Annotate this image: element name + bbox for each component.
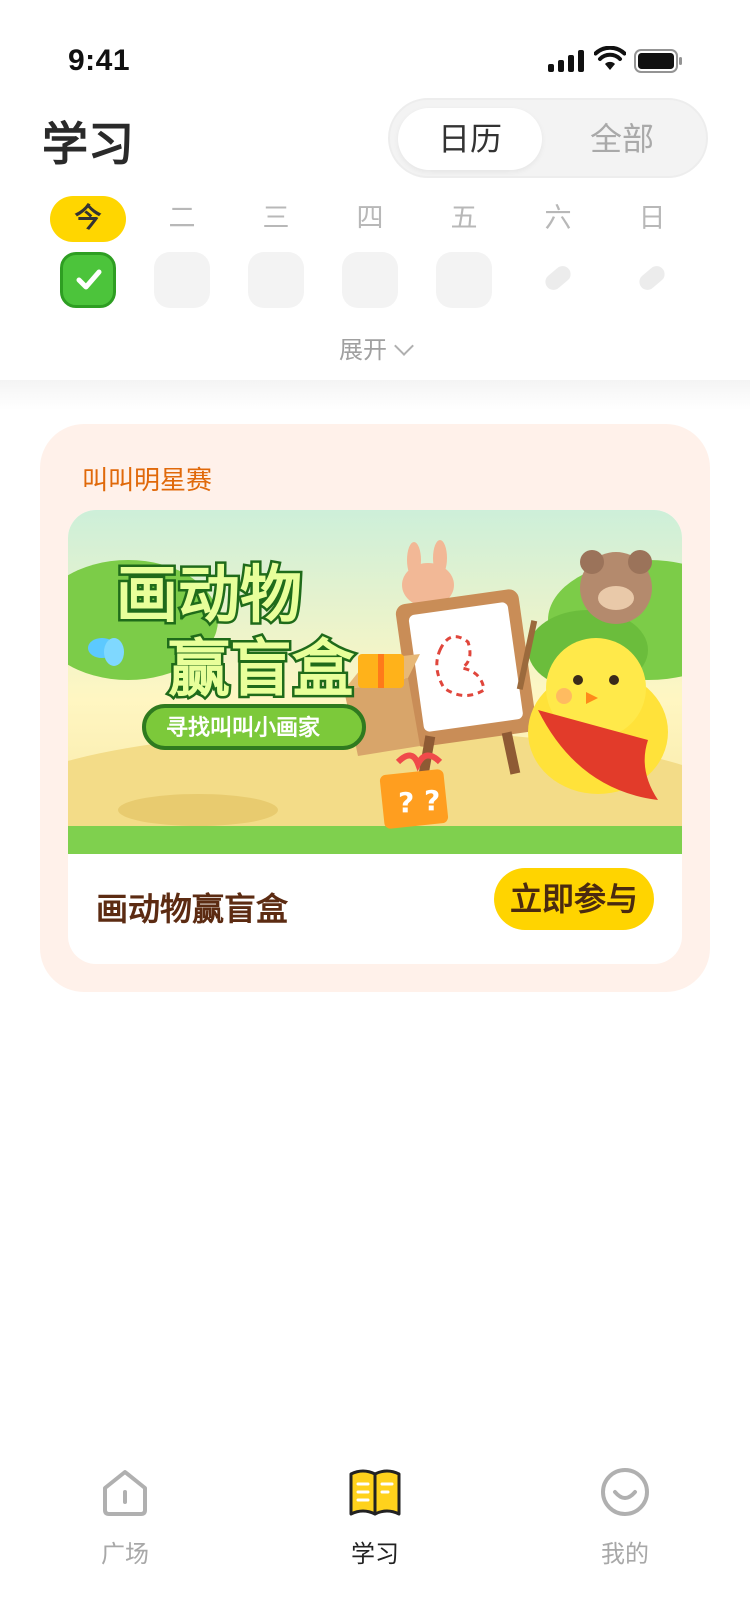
activity-card[interactable]: ? ? 画动物 赢盲盒 寻找叫叫小画家 画动物赢盲盒 立即参与 [68,510,682,964]
day-today[interactable]: 今 [48,196,128,308]
day-checkin-empty [154,252,210,308]
banner-title-line1: 画动物 [116,558,302,631]
banner-subtitle: 寻找叫叫小画家 [166,715,321,741]
mystery-mark: ? [398,786,414,819]
bottom-tab-bar: 广场 学习 我的 [0,1440,750,1624]
day-checkin-empty [436,252,492,308]
tab-study[interactable]: 学习 [300,1466,450,1569]
tab-label: 我的 [601,1540,649,1568]
chevron-down-icon [394,336,414,356]
tab-label: 广场 [101,1540,149,1568]
day-label: 五 [450,203,478,234]
star-contest-card: 叫叫明星赛 ? ? 画动物 赢盲盒 寻找叫叫小画家 画动物赢盲盒 立即参与 [40,424,710,992]
day-label: 三 [262,203,290,234]
day-wednesday[interactable]: 三 [236,196,316,308]
tab-profile[interactable]: 我的 [550,1466,700,1569]
tab-label: 学习 [351,1540,399,1568]
day-sunday[interactable]: 日 [612,196,692,308]
expand-calendar-button[interactable]: 展开 [0,330,750,365]
checkmark-icon [76,269,102,290]
day-rest [530,252,586,308]
tab-all[interactable]: 全部 [550,108,694,170]
day-checkin-empty [248,252,304,308]
view-switcher: 日历 全部 [388,98,708,178]
book-icon [349,1469,401,1516]
banner-title-line2: 赢盲盒 [168,632,355,705]
tab-plaza[interactable]: 广场 [50,1466,200,1569]
smile-face-icon [601,1468,649,1516]
day-friday[interactable]: 五 [424,196,504,308]
house-icon [103,1470,147,1516]
wifi-icon [594,46,626,70]
app-screen: 9:41 学习 日历 全部 今 二 三 四 五 六 日 展开 叫叫明星赛 ? ?… [0,0,750,1624]
contest-section-title: 叫叫明星赛 [82,466,213,496]
cellular-signal-icon [548,50,584,72]
day-label: 今 [50,196,126,242]
day-thursday[interactable]: 四 [330,196,410,308]
day-checkin-empty [342,252,398,308]
week-calendar: 今 二 三 四 五 六 日 [0,196,750,316]
rest-dash-icon [636,262,668,294]
tab-calendar[interactable]: 日历 [398,108,542,170]
section-divider [0,380,750,410]
activity-name: 画动物赢盲盒 [96,890,289,928]
day-label: 四 [356,203,384,234]
expand-label: 展开 [339,336,387,364]
day-label: 日 [638,203,666,234]
activity-banner-image[interactable]: ? ? 画动物 赢盲盒 寻找叫叫小画家 [68,510,682,854]
day-tuesday[interactable]: 二 [142,196,222,308]
day-rest [624,252,680,308]
day-label: 六 [544,203,572,234]
day-label: 二 [168,203,196,234]
page-title: 学习 [42,117,134,171]
status-time: 9:41 [68,44,131,77]
battery-icon [634,49,682,73]
rest-dash-icon [542,262,574,294]
mystery-mark: ? [424,784,440,817]
day-checkin-done [60,252,116,308]
day-saturday[interactable]: 六 [518,196,598,308]
join-now-button[interactable]: 立即参与 [494,868,654,930]
